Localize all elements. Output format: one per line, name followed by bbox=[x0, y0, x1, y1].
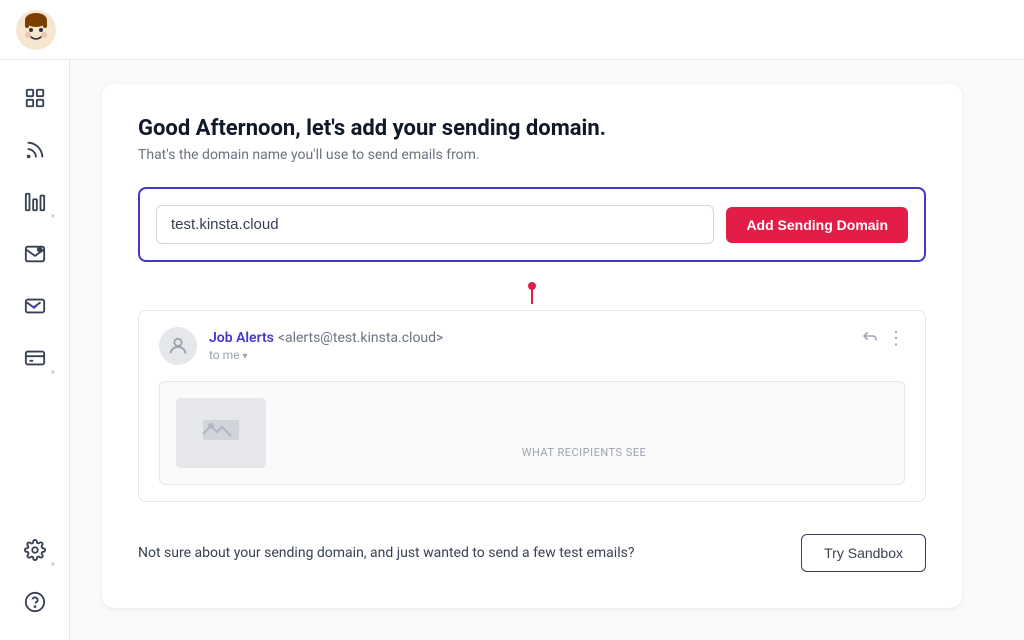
email-to-line: to me ▾ bbox=[209, 348, 443, 362]
email-sender-name: Job Alerts bbox=[209, 330, 274, 346]
email-to-arrow-icon: ▾ bbox=[243, 351, 248, 362]
more-options-icon[interactable]: ⋮ bbox=[887, 328, 905, 349]
sidebar-item-settings[interactable]: » bbox=[13, 528, 57, 572]
bottom-text: Not sure about your sending domain, and … bbox=[138, 545, 634, 561]
recipients-preview: WHAT RECIPIENTS SEE bbox=[159, 381, 905, 485]
email-from-line: Job Alerts <alerts@test.kinsta.cloud> bbox=[209, 327, 443, 346]
sidebar-item-rss[interactable] bbox=[13, 128, 57, 172]
email-actions: ⋮ bbox=[861, 327, 905, 349]
sidebar-item-dashboard[interactable] bbox=[13, 76, 57, 120]
chevron-settings-icon: » bbox=[51, 559, 55, 568]
arrow-connector bbox=[138, 282, 926, 306]
content-area: Good Afternoon, let's add your sending d… bbox=[70, 60, 1024, 640]
reply-icon[interactable] bbox=[861, 327, 879, 349]
domain-section: Add Sending Domain bbox=[138, 187, 926, 262]
page-title: Good Afternoon, let's add your sending d… bbox=[138, 116, 926, 141]
sidebar-item-email[interactable] bbox=[13, 232, 57, 276]
email-header: Job Alerts <alerts@test.kinsta.cloud> to… bbox=[159, 327, 905, 365]
sidebar-item-help[interactable] bbox=[13, 580, 57, 624]
try-sandbox-button[interactable]: Try Sandbox bbox=[801, 534, 926, 572]
page-subtitle: That's the domain name you'll use to sen… bbox=[138, 147, 926, 163]
top-header bbox=[0, 0, 1024, 60]
email-to-label: to me bbox=[209, 348, 240, 362]
sidebar-item-subscribers[interactable] bbox=[13, 284, 57, 328]
sidebar-item-billing[interactable]: » bbox=[13, 336, 57, 380]
add-domain-button[interactable]: Add Sending Domain bbox=[726, 207, 908, 243]
main-layout: » » bbox=[0, 60, 1024, 640]
main-card: Good Afternoon, let's add your sending d… bbox=[102, 84, 962, 608]
chevron-icon: » bbox=[51, 211, 55, 220]
bottom-section: Not sure about your sending domain, and … bbox=[138, 530, 926, 572]
email-sender-address: <alerts@test.kinsta.cloud> bbox=[278, 330, 444, 346]
domain-input[interactable] bbox=[156, 205, 714, 244]
email-preview-card: Job Alerts <alerts@test.kinsta.cloud> to… bbox=[138, 310, 926, 502]
recipients-label: WHAT RECIPIENTS SEE bbox=[280, 446, 888, 459]
arrow-dot bbox=[528, 282, 536, 290]
sidebar-item-analytics[interactable]: » bbox=[13, 180, 57, 224]
chevron-billing-icon: » bbox=[51, 367, 55, 376]
email-header-left: Job Alerts <alerts@test.kinsta.cloud> to… bbox=[159, 327, 443, 365]
recipients-inner: WHAT RECIPIENTS SEE bbox=[280, 408, 888, 459]
sidebar: » » bbox=[0, 60, 70, 640]
email-sender-info: Job Alerts <alerts@test.kinsta.cloud> to… bbox=[209, 327, 443, 362]
email-avatar bbox=[159, 327, 197, 365]
avatar bbox=[16, 10, 56, 50]
placeholder-image bbox=[176, 398, 266, 468]
